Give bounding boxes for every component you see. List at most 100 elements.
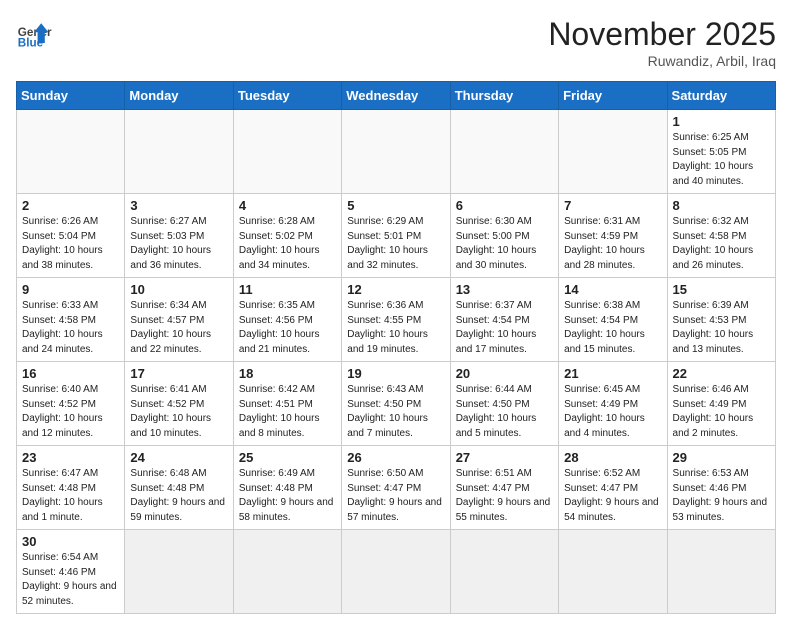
calendar-day-cell: 25 Sunrise: 6:49 AM Sunset: 4:48 PM Dayli… — [233, 446, 341, 530]
day-info: Sunrise: 6:44 AM Sunset: 4:50 PM Dayligh… — [456, 383, 553, 441]
day-number: 28 — [564, 450, 661, 465]
calendar-day-cell: 2 Sunrise: 6:26 AM Sunset: 5:04 PM Daylig… — [17, 194, 125, 278]
day-info: Sunrise: 6:31 AM Sunset: 4:59 PM Dayligh… — [564, 215, 661, 273]
calendar-week-row: 9 Sunrise: 6:33 AM Sunset: 4:58 PM Daylig… — [17, 278, 776, 362]
calendar-table: SundayMondayTuesdayWednesdayThursdayFrid… — [16, 81, 776, 614]
day-info: Sunrise: 6:28 AM Sunset: 5:02 PM Dayligh… — [239, 215, 336, 273]
calendar-day-cell — [125, 110, 233, 194]
page-header: General Blue November 2025 Ruwandiz, Arb… — [16, 16, 776, 69]
day-info: Sunrise: 6:49 AM Sunset: 4:48 PM Dayligh… — [239, 467, 336, 525]
calendar-day-cell: 4 Sunrise: 6:28 AM Sunset: 5:02 PM Daylig… — [233, 194, 341, 278]
day-number: 11 — [239, 282, 336, 297]
calendar-week-row: 23Sunrise: 6:47 AM Sunset: 4:48 PM Dayli… — [17, 446, 776, 530]
calendar-day-cell: 24Sunrise: 6:48 AM Sunset: 4:48 PM Dayli… — [125, 446, 233, 530]
day-info: Sunrise: 6:25 AM Sunset: 5:05 PM Dayligh… — [673, 131, 770, 189]
calendar-week-row: 1 Sunrise: 6:25 AM Sunset: 5:05 PM Daylig… — [17, 110, 776, 194]
day-number: 16 — [22, 366, 119, 381]
calendar-day-cell: 20 Sunrise: 6:44 AM Sunset: 4:50 PM Dayli… — [450, 362, 558, 446]
day-number: 4 — [239, 198, 336, 213]
day-info: Sunrise: 6:43 AM Sunset: 4:50 PM Dayligh… — [347, 383, 444, 441]
day-info: Sunrise: 6:47 AM Sunset: 4:48 PM Dayligh… — [22, 467, 119, 525]
calendar-day-cell — [342, 110, 450, 194]
day-number: 30 — [22, 534, 119, 549]
title-block: November 2025 Ruwandiz, Arbil, Iraq — [548, 16, 776, 69]
day-info: Sunrise: 6:26 AM Sunset: 5:04 PM Dayligh… — [22, 215, 119, 273]
day-info: Sunrise: 6:32 AM Sunset: 4:58 PM Dayligh… — [673, 215, 770, 273]
calendar-day-cell: 16 Sunrise: 6:40 AM Sunset: 4:52 PM Dayli… — [17, 362, 125, 446]
calendar-day-cell: 5Sunrise: 6:29 AM Sunset: 5:01 PM Daylig… — [342, 194, 450, 278]
calendar-day-cell: 28 Sunrise: 6:52 AM Sunset: 4:47 PM Dayli… — [559, 446, 667, 530]
calendar-day-cell — [667, 530, 775, 614]
weekday-header: Tuesday — [233, 82, 341, 110]
day-number: 12 — [347, 282, 444, 297]
calendar-day-cell: 7Sunrise: 6:31 AM Sunset: 4:59 PM Daylig… — [559, 194, 667, 278]
day-number: 14 — [564, 282, 661, 297]
day-number: 8 — [673, 198, 770, 213]
day-info: Sunrise: 6:51 AM Sunset: 4:47 PM Dayligh… — [456, 467, 553, 525]
calendar-day-cell: 11 Sunrise: 6:35 AM Sunset: 4:56 PM Dayli… — [233, 278, 341, 362]
calendar-day-cell — [342, 530, 450, 614]
day-info: Sunrise: 6:40 AM Sunset: 4:52 PM Dayligh… — [22, 383, 119, 441]
weekday-header: Monday — [125, 82, 233, 110]
calendar-day-cell — [233, 530, 341, 614]
weekday-header: Saturday — [667, 82, 775, 110]
calendar-day-cell: 9 Sunrise: 6:33 AM Sunset: 4:58 PM Daylig… — [17, 278, 125, 362]
calendar-day-cell — [559, 110, 667, 194]
calendar-day-cell: 19 Sunrise: 6:43 AM Sunset: 4:50 PM Dayli… — [342, 362, 450, 446]
calendar-day-cell: 26 Sunrise: 6:50 AM Sunset: 4:47 PM Dayli… — [342, 446, 450, 530]
day-info: Sunrise: 6:33 AM Sunset: 4:58 PM Dayligh… — [22, 299, 119, 357]
day-info: Sunrise: 6:48 AM Sunset: 4:48 PM Dayligh… — [130, 467, 227, 525]
month-title: November 2025 — [548, 16, 776, 53]
calendar-day-cell: 21Sunrise: 6:45 AM Sunset: 4:49 PM Dayli… — [559, 362, 667, 446]
weekday-header: Wednesday — [342, 82, 450, 110]
day-info: Sunrise: 6:50 AM Sunset: 4:47 PM Dayligh… — [347, 467, 444, 525]
calendar-day-cell — [450, 530, 558, 614]
calendar-day-cell — [125, 530, 233, 614]
location: Ruwandiz, Arbil, Iraq — [548, 53, 776, 69]
day-number: 1 — [673, 114, 770, 129]
day-number: 20 — [456, 366, 553, 381]
day-number: 27 — [456, 450, 553, 465]
day-number: 13 — [456, 282, 553, 297]
weekday-header: Friday — [559, 82, 667, 110]
calendar-day-cell — [450, 110, 558, 194]
day-info: Sunrise: 6:39 AM Sunset: 4:53 PM Dayligh… — [673, 299, 770, 357]
calendar-week-row: 30 Sunrise: 6:54 AM Sunset: 4:46 PM Dayli… — [17, 530, 776, 614]
calendar-day-cell — [233, 110, 341, 194]
day-info: Sunrise: 6:52 AM Sunset: 4:47 PM Dayligh… — [564, 467, 661, 525]
weekday-header: Sunday — [17, 82, 125, 110]
calendar-day-cell — [559, 530, 667, 614]
calendar-day-cell: 18Sunrise: 6:42 AM Sunset: 4:51 PM Dayli… — [233, 362, 341, 446]
calendar-day-cell: 30 Sunrise: 6:54 AM Sunset: 4:46 PM Dayli… — [17, 530, 125, 614]
day-number: 29 — [673, 450, 770, 465]
logo-icon: General Blue — [16, 16, 52, 52]
day-info: Sunrise: 6:35 AM Sunset: 4:56 PM Dayligh… — [239, 299, 336, 357]
day-number: 26 — [347, 450, 444, 465]
calendar-day-cell: 12 Sunrise: 6:36 AM Sunset: 4:55 PM Dayli… — [342, 278, 450, 362]
calendar-day-cell: 22Sunrise: 6:46 AM Sunset: 4:49 PM Dayli… — [667, 362, 775, 446]
day-number: 25 — [239, 450, 336, 465]
day-info: Sunrise: 6:37 AM Sunset: 4:54 PM Dayligh… — [456, 299, 553, 357]
calendar-day-cell: 23Sunrise: 6:47 AM Sunset: 4:48 PM Dayli… — [17, 446, 125, 530]
day-info: Sunrise: 6:36 AM Sunset: 4:55 PM Dayligh… — [347, 299, 444, 357]
day-number: 9 — [22, 282, 119, 297]
calendar-day-cell: 13 Sunrise: 6:37 AM Sunset: 4:54 PM Dayli… — [450, 278, 558, 362]
day-number: 22 — [673, 366, 770, 381]
day-number: 6 — [456, 198, 553, 213]
day-number: 15 — [673, 282, 770, 297]
calendar-day-cell: 3Sunrise: 6:27 AM Sunset: 5:03 PM Daylig… — [125, 194, 233, 278]
weekday-header: Thursday — [450, 82, 558, 110]
day-info: Sunrise: 6:27 AM Sunset: 5:03 PM Dayligh… — [130, 215, 227, 273]
day-info: Sunrise: 6:53 AM Sunset: 4:46 PM Dayligh… — [673, 467, 770, 525]
calendar-day-cell — [17, 110, 125, 194]
calendar-day-cell: 27 Sunrise: 6:51 AM Sunset: 4:47 PM Dayli… — [450, 446, 558, 530]
logo: General Blue — [16, 16, 52, 52]
calendar-day-cell: 29 Sunrise: 6:53 AM Sunset: 4:46 PM Dayli… — [667, 446, 775, 530]
day-number: 10 — [130, 282, 227, 297]
day-info: Sunrise: 6:54 AM Sunset: 4:46 PM Dayligh… — [22, 551, 119, 609]
day-number: 19 — [347, 366, 444, 381]
calendar-day-cell: 8 Sunrise: 6:32 AM Sunset: 4:58 PM Daylig… — [667, 194, 775, 278]
day-info: Sunrise: 6:30 AM Sunset: 5:00 PM Dayligh… — [456, 215, 553, 273]
day-number: 2 — [22, 198, 119, 213]
day-info: Sunrise: 6:42 AM Sunset: 4:51 PM Dayligh… — [239, 383, 336, 441]
